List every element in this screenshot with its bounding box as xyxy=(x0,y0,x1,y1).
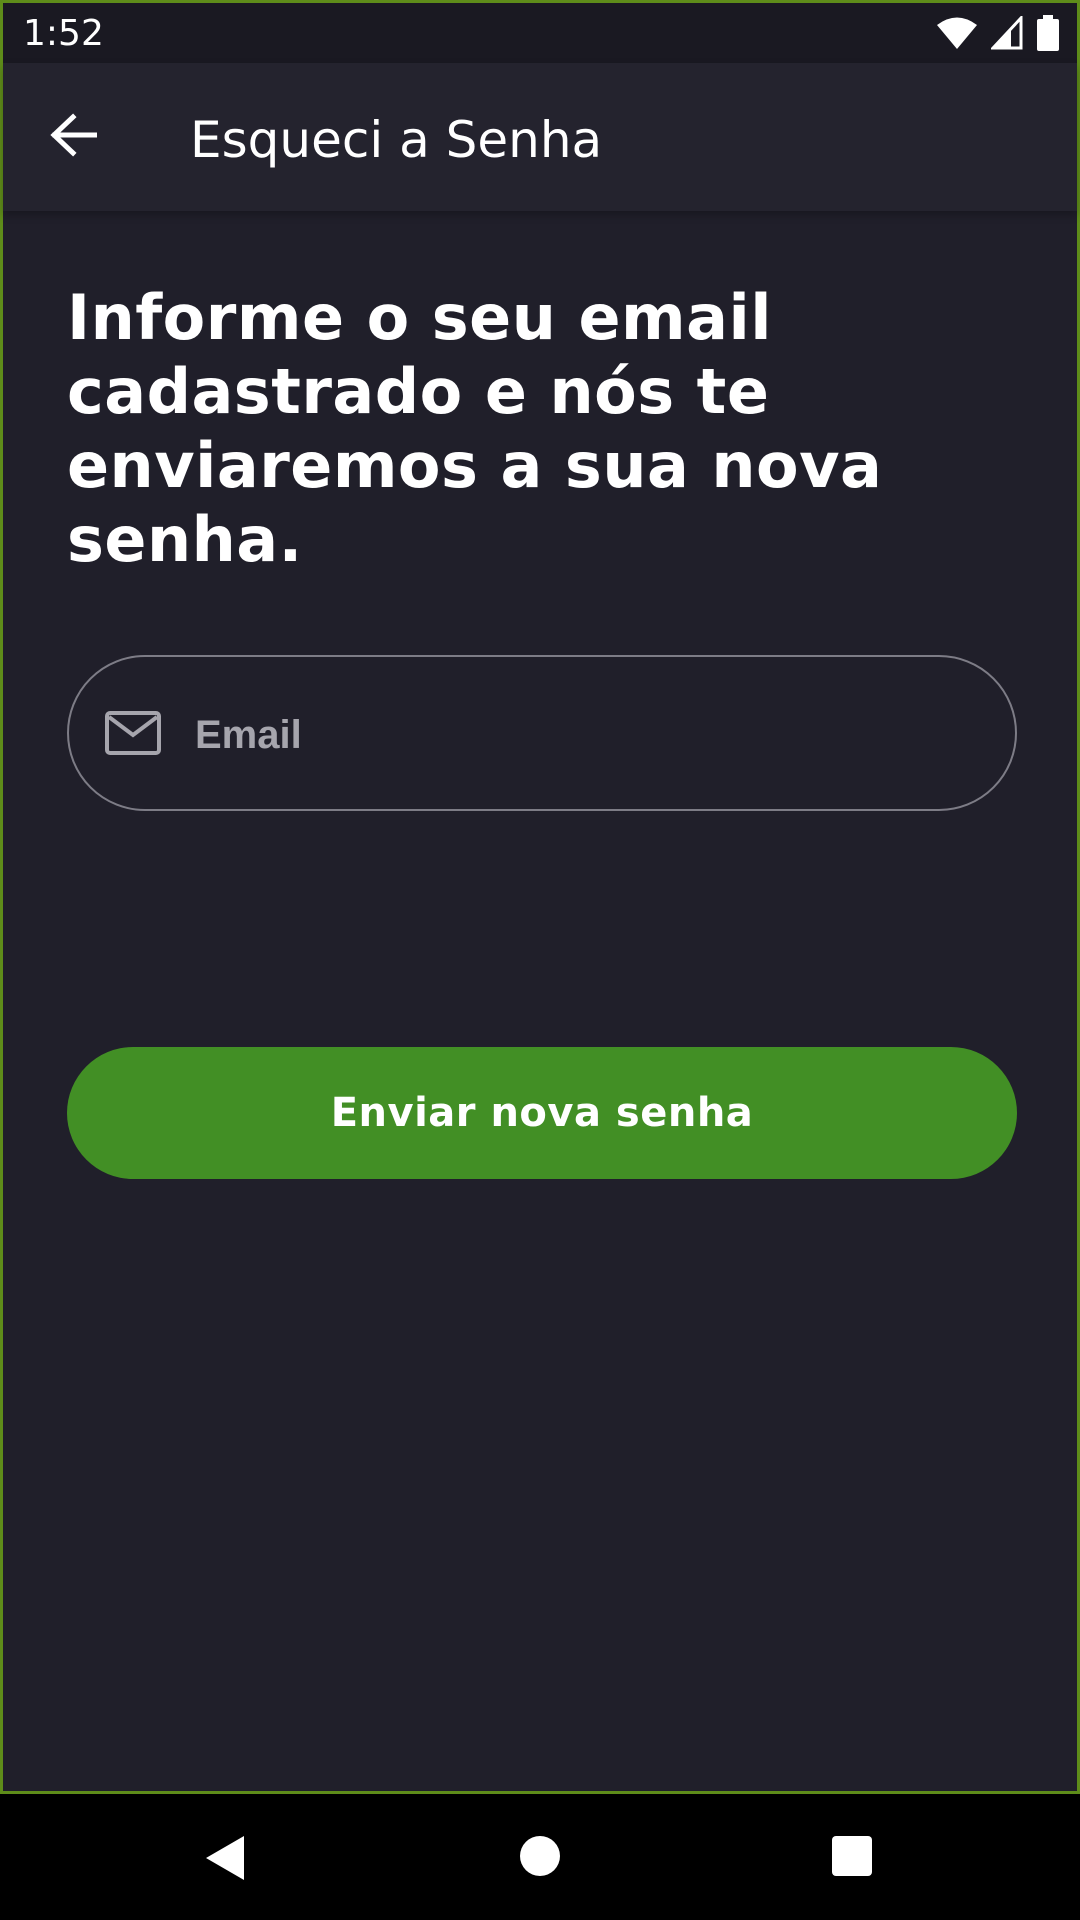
status-icons xyxy=(937,14,1059,56)
status-time: 1:52 xyxy=(23,13,104,54)
email-input[interactable] xyxy=(195,707,975,763)
back-button[interactable] xyxy=(43,107,103,167)
app-screen: 1:52 Esqueci a Senha Informe o seu email… xyxy=(0,0,1080,1794)
instruction-heading: Informe o seu email cadastrado e nós te … xyxy=(67,281,883,576)
home-circle-icon[interactable] xyxy=(520,1836,560,1876)
wifi-icon xyxy=(937,16,977,55)
status-bar: 1:52 xyxy=(3,3,1077,63)
system-nav-bar xyxy=(0,1794,1080,1920)
email-field[interactable] xyxy=(67,655,1017,811)
recents-square-icon[interactable] xyxy=(832,1836,872,1876)
cell-signal-icon xyxy=(989,14,1023,55)
app-bar: Esqueci a Senha xyxy=(3,63,1077,211)
arrow-left-icon xyxy=(49,112,98,162)
page-title: Esqueci a Senha xyxy=(190,111,603,169)
mail-icon xyxy=(105,711,161,755)
send-new-password-button[interactable]: Enviar nova senha xyxy=(67,1047,1017,1179)
back-triangle-icon[interactable] xyxy=(206,1836,246,1885)
battery-icon xyxy=(1037,15,1059,56)
